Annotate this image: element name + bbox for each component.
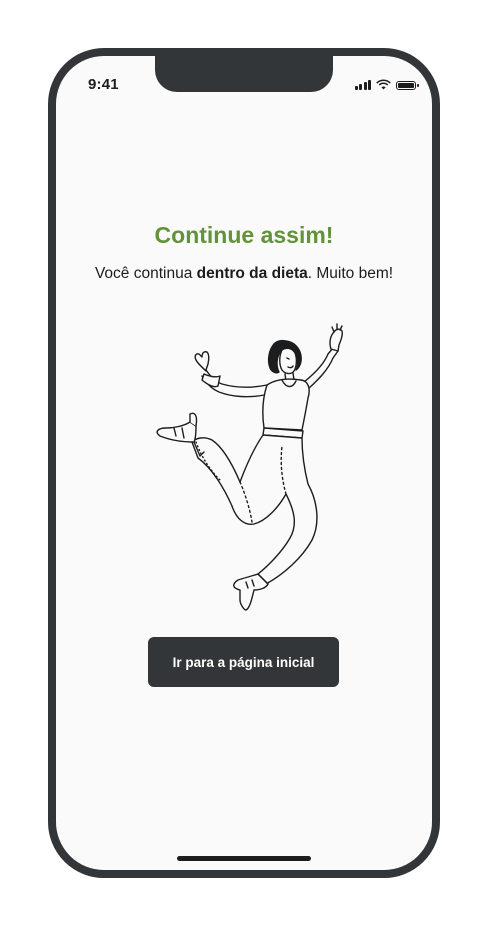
subtitle-prefix: Você continua [94, 265, 197, 282]
phone-frame: 9:41 Continue assim! Você continua dentr… [48, 48, 440, 878]
subtitle-highlight: dentro da dieta [196, 265, 308, 282]
signal-icon [354, 80, 371, 90]
status-icons [354, 79, 419, 90]
page-subtitle: Você continua dentro da dieta. Muito bem… [56, 265, 432, 283]
battery-icon [396, 81, 419, 90]
home-button[interactable]: Ir para a página inicial [148, 637, 339, 687]
home-indicator [177, 856, 311, 861]
jumping-woman-illustration [156, 323, 343, 611]
device-notch [155, 56, 333, 92]
subtitle-suffix: . Muito bem! [307, 265, 394, 282]
wifi-icon [376, 79, 391, 90]
status-time: 9:41 [88, 76, 119, 93]
page-title: Continue assim! [154, 222, 334, 248]
